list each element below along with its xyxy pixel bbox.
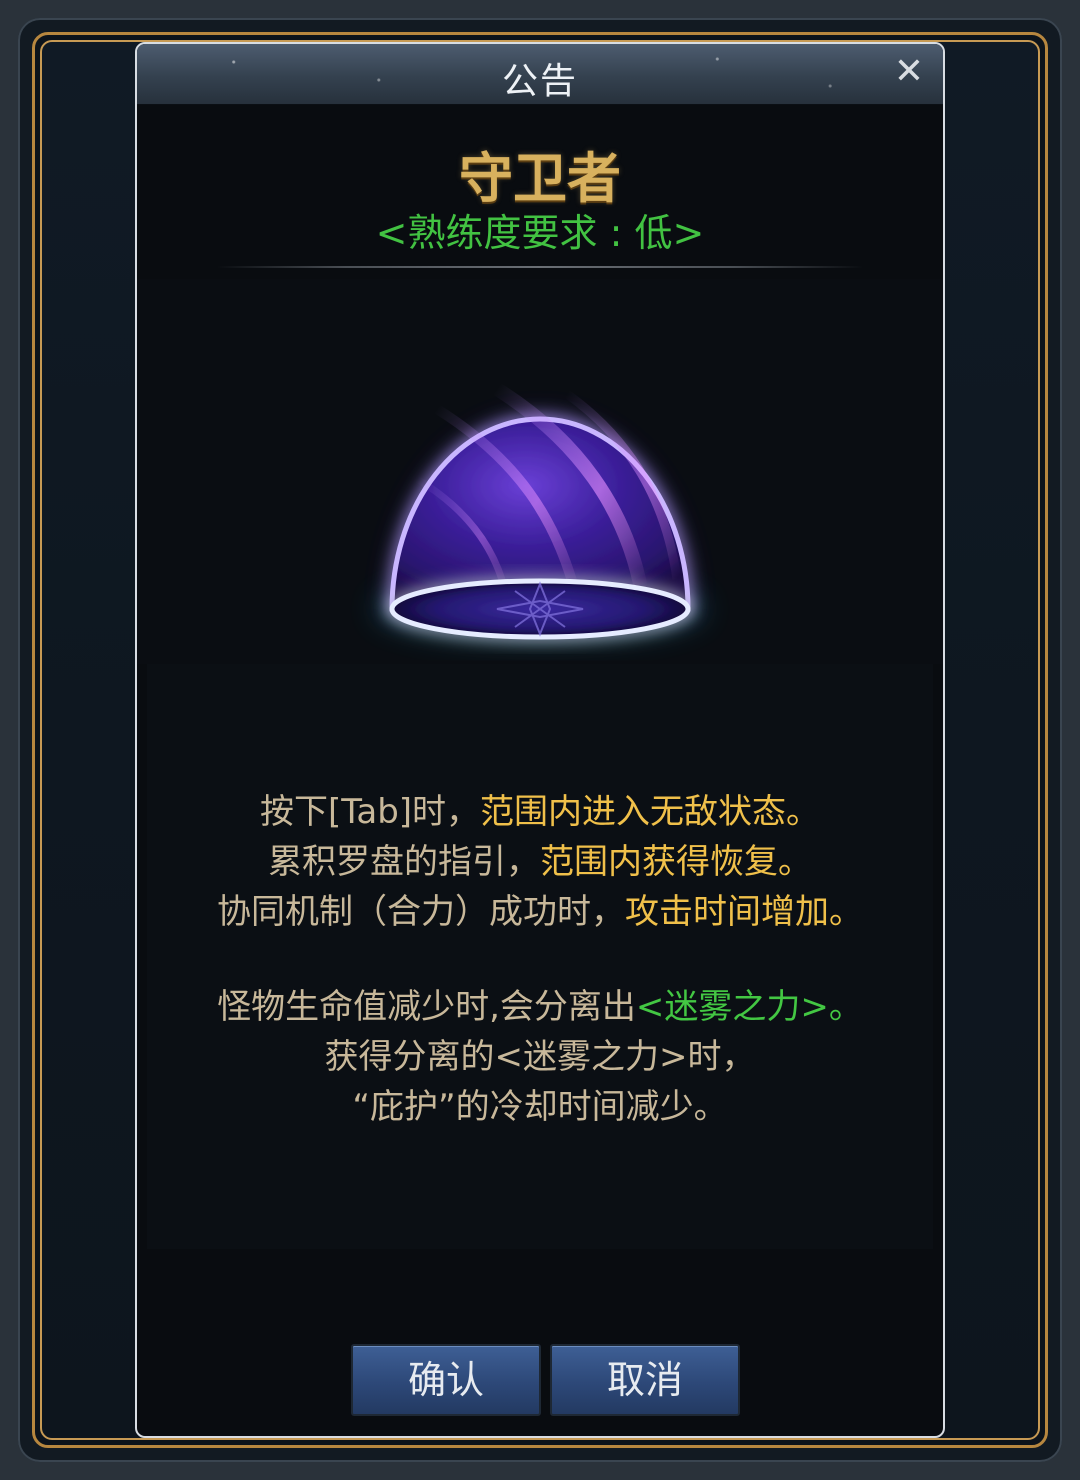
dialog-titlebar: 公告 ✕	[137, 44, 943, 105]
close-icon[interactable]: ✕	[889, 52, 929, 92]
description-line-3: 协同机制（合力）成功时，攻击时间增加。	[147, 884, 933, 933]
confirm-button[interactable]: 确认	[351, 1344, 541, 1416]
description-line-6: “庇护”的冷却时间减少。	[147, 1079, 933, 1128]
dialog-title: 公告	[501, 61, 578, 102]
description-panel: 按下[Tab]时，范围内进入无敌状态。 累积罗盘的指引，范围内获得恢复。 协同机…	[147, 664, 933, 1249]
line-1-highlight: 范围内进入无敌状态。	[480, 792, 821, 832]
line-3-text: 协同机制（合力）成功时，	[217, 892, 625, 932]
line-3-highlight: 攻击时间增加。	[625, 892, 863, 932]
line-6-text: “庇护”的冷却时间减少。	[352, 1087, 728, 1127]
line-5-text: 获得分离的<迷雾之力>时，	[324, 1037, 756, 1077]
line-1-text: 按下[Tab]时，	[259, 792, 481, 832]
line-4-text: 怪物生命值减少时,会分离出	[217, 987, 636, 1027]
cancel-button[interactable]: 取消	[550, 1344, 740, 1416]
skill-requirement: <熟练度要求 : 低>	[375, 211, 705, 255]
line-2-highlight: 范围内获得恢复。	[540, 842, 812, 882]
shield-dome-icon	[375, 383, 705, 641]
description-line-5: 获得分离的<迷雾之力>时，	[147, 1029, 933, 1078]
title-divider	[217, 266, 863, 268]
skill-art-panel	[137, 279, 943, 664]
line-2-text: 累积罗盘的指引，	[268, 842, 540, 882]
description-line-2: 累积罗盘的指引，范围内获得恢复。	[147, 834, 933, 883]
line-4-green: <迷雾之力>。	[635, 987, 863, 1027]
description-line-4: 怪物生命值减少时,会分离出<迷雾之力>。	[147, 979, 933, 1028]
description-line-1: 按下[Tab]时，范围内进入无敌状态。	[147, 784, 933, 833]
announcement-dialog: 公告 ✕ 守卫者 <熟练度要求 : 低> 按下[Tab]时，范围内进入无敌状态。…	[135, 42, 945, 1438]
